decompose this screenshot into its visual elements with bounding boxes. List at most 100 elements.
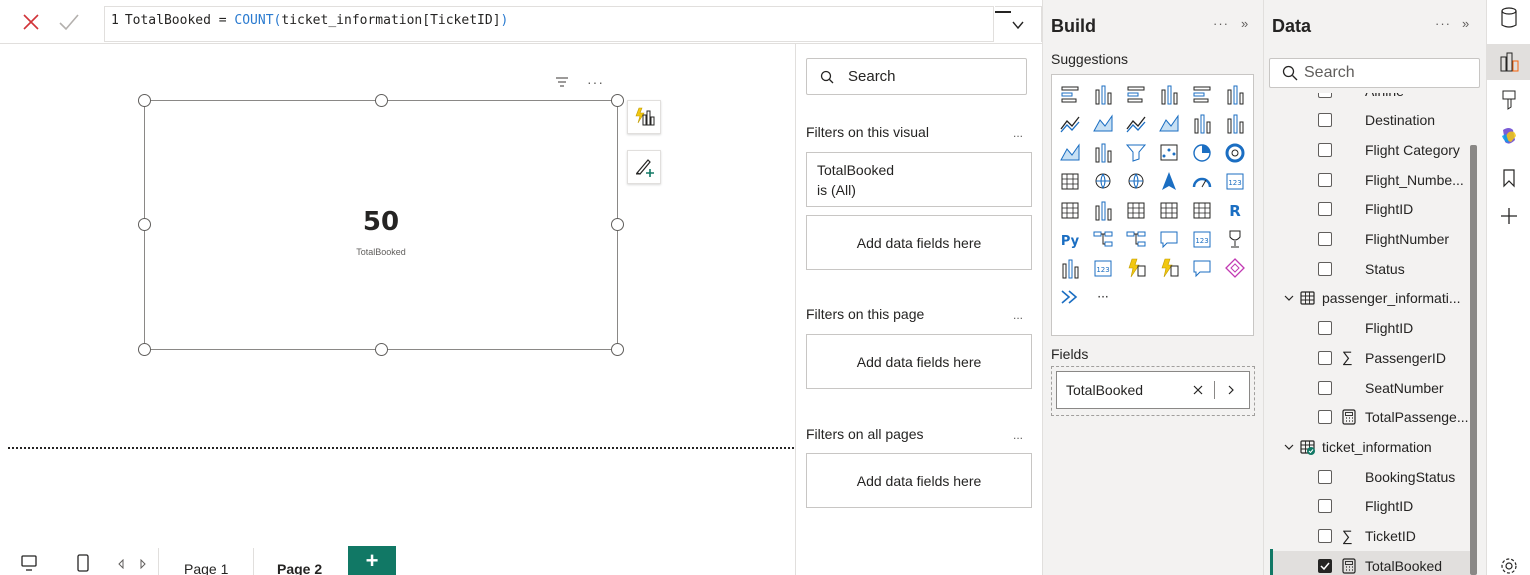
kpi-icon[interactable] (1087, 195, 1119, 224)
field-item[interactable]: Flight Category (1270, 135, 1470, 164)
field-item[interactable]: FlightNumber (1270, 225, 1470, 254)
formula-input[interactable]: 1 TotalBooked = COUNT(ticket_information[… (104, 6, 994, 42)
filter-card-totalbooked[interactable]: TotalBooked is (All) (806, 152, 1032, 207)
field-item[interactable]: SeatNumber (1270, 373, 1470, 402)
table-icon[interactable] (1153, 195, 1185, 224)
field-item[interactable]: TotalBooked (1270, 551, 1470, 575)
resize-handle[interactable] (611, 343, 624, 356)
line-column-icon[interactable] (1186, 108, 1218, 137)
filled-map-icon[interactable] (1120, 166, 1152, 195)
chevron-right-icon[interactable] (1225, 384, 1237, 396)
decomposition-tree-icon[interactable] (1087, 224, 1119, 253)
pie-chart-icon[interactable] (1186, 137, 1218, 166)
power-apps-icon[interactable] (1120, 253, 1152, 282)
python-visual-icon[interactable]: Py (1054, 224, 1086, 253)
tab-page-2[interactable]: Page 2 (277, 544, 322, 575)
more-options-icon[interactable]: ... (1013, 308, 1023, 322)
checkbox[interactable] (1318, 232, 1332, 246)
100-column-icon[interactable] (1219, 79, 1251, 108)
slicer-icon[interactable] (1120, 195, 1152, 224)
resize-handle[interactable] (611, 218, 624, 231)
bookmark-icon[interactable] (1487, 160, 1530, 196)
100-bar-icon[interactable] (1186, 79, 1218, 108)
field-pill-totalbooked[interactable]: TotalBooked (1056, 371, 1250, 409)
checkbox[interactable] (1318, 410, 1332, 425)
clustered-bar-icon[interactable] (1120, 79, 1152, 108)
checkbox[interactable] (1318, 321, 1332, 336)
filter-drop-zone-visual[interactable]: Add data fields here (806, 215, 1032, 270)
remove-field-icon[interactable] (1192, 384, 1204, 396)
donut-chart-icon[interactable] (1219, 137, 1251, 166)
azure-map-icon[interactable] (1153, 166, 1185, 195)
checkbox[interactable] (1318, 202, 1332, 217)
next-page-icon[interactable] (138, 559, 148, 569)
collapse-pane-icon[interactable]: » (1462, 16, 1470, 31)
resize-handle[interactable] (138, 343, 151, 356)
more-options-icon[interactable]: ··· (1435, 16, 1451, 31)
narrative-icon[interactable]: 123 (1186, 224, 1218, 253)
line-clustered-icon[interactable] (1219, 108, 1251, 137)
ribbon-chart-icon[interactable] (1054, 137, 1086, 166)
format-brush-icon[interactable] (1487, 82, 1530, 118)
build-visual-icon[interactable] (1487, 44, 1530, 80)
stacked-bar-icon[interactable] (1054, 79, 1086, 108)
checkbox[interactable] (1318, 380, 1332, 395)
checkbox[interactable] (1318, 499, 1332, 514)
field-item[interactable]: Status (1270, 254, 1470, 283)
resize-handle[interactable] (138, 218, 151, 231)
desktop-view-icon[interactable] (20, 554, 38, 572)
copilot-icon[interactable] (1487, 118, 1530, 154)
field-item[interactable]: Destination (1270, 106, 1470, 135)
filter-drop-zone-all[interactable]: Add data fields here (806, 453, 1032, 508)
more-options-icon[interactable]: ... (1013, 428, 1023, 442)
mobile-view-icon[interactable] (76, 553, 90, 573)
checkbox[interactable] (1318, 261, 1332, 276)
filter-icon[interactable] (555, 76, 569, 88)
expand-formula-button[interactable] (995, 6, 1042, 42)
100-area-icon[interactable] (1153, 108, 1185, 137)
field-item[interactable]: ∑ PassengerID (1270, 343, 1470, 372)
goals-icon[interactable] (1219, 224, 1251, 253)
card-visual[interactable]: 50 TotalBooked (138, 94, 624, 356)
field-item[interactable]: Airline (1270, 93, 1470, 105)
prev-page-icon[interactable] (116, 559, 126, 569)
checkbox[interactable] (1318, 469, 1332, 484)
field-item[interactable]: TotalPassenge... (1270, 403, 1470, 432)
add-page-button[interactable]: + (348, 546, 396, 575)
table-node[interactable]: ticket_information (1270, 432, 1470, 461)
resize-handle[interactable] (375, 94, 388, 107)
report-canvas[interactable]: ··· 50 TotalBooked (0, 44, 795, 544)
visual-suggestions-button[interactable] (627, 100, 661, 134)
field-item[interactable]: Flight_Numbe... (1270, 165, 1470, 194)
field-item[interactable]: ∑ TicketID (1270, 522, 1470, 551)
checkbox[interactable] (1318, 113, 1332, 128)
card-new-icon[interactable]: 123 (1087, 253, 1119, 282)
stacked-area-icon[interactable] (1120, 108, 1152, 137)
qa-icon[interactable] (1153, 224, 1185, 253)
resize-handle[interactable] (138, 94, 151, 107)
checkbox[interactable] (1318, 529, 1332, 543)
metrics-icon[interactable] (1186, 253, 1218, 282)
multi-row-card-icon[interactable] (1054, 195, 1086, 224)
r-visual-icon[interactable]: R (1219, 195, 1251, 224)
table-node[interactable]: passenger_informati... (1270, 284, 1470, 313)
tab-page-1[interactable]: Page 1 (184, 544, 228, 575)
commit-icon[interactable] (56, 10, 82, 34)
area-chart-icon[interactable] (1087, 108, 1119, 137)
clustered-column-icon[interactable] (1153, 79, 1185, 108)
fields-well[interactable]: TotalBooked (1051, 366, 1255, 416)
scrollbar[interactable] (1470, 145, 1477, 575)
data-source-icon[interactable] (1487, 0, 1530, 36)
funnel-icon[interactable] (1120, 137, 1152, 166)
filter-drop-zone-page[interactable]: Add data fields here (806, 334, 1032, 389)
chevron-down-icon[interactable] (1284, 293, 1294, 303)
paginated-report-icon[interactable] (1054, 253, 1086, 282)
format-visual-button[interactable] (627, 150, 661, 184)
map-icon[interactable] (1087, 166, 1119, 195)
waterfall-icon[interactable] (1087, 137, 1119, 166)
line-chart-icon[interactable] (1054, 108, 1086, 137)
resize-handle[interactable] (375, 343, 388, 356)
checkbox[interactable] (1318, 172, 1332, 187)
settings-gear-icon[interactable] (1487, 548, 1530, 575)
collapse-pane-icon[interactable]: » (1241, 16, 1249, 31)
